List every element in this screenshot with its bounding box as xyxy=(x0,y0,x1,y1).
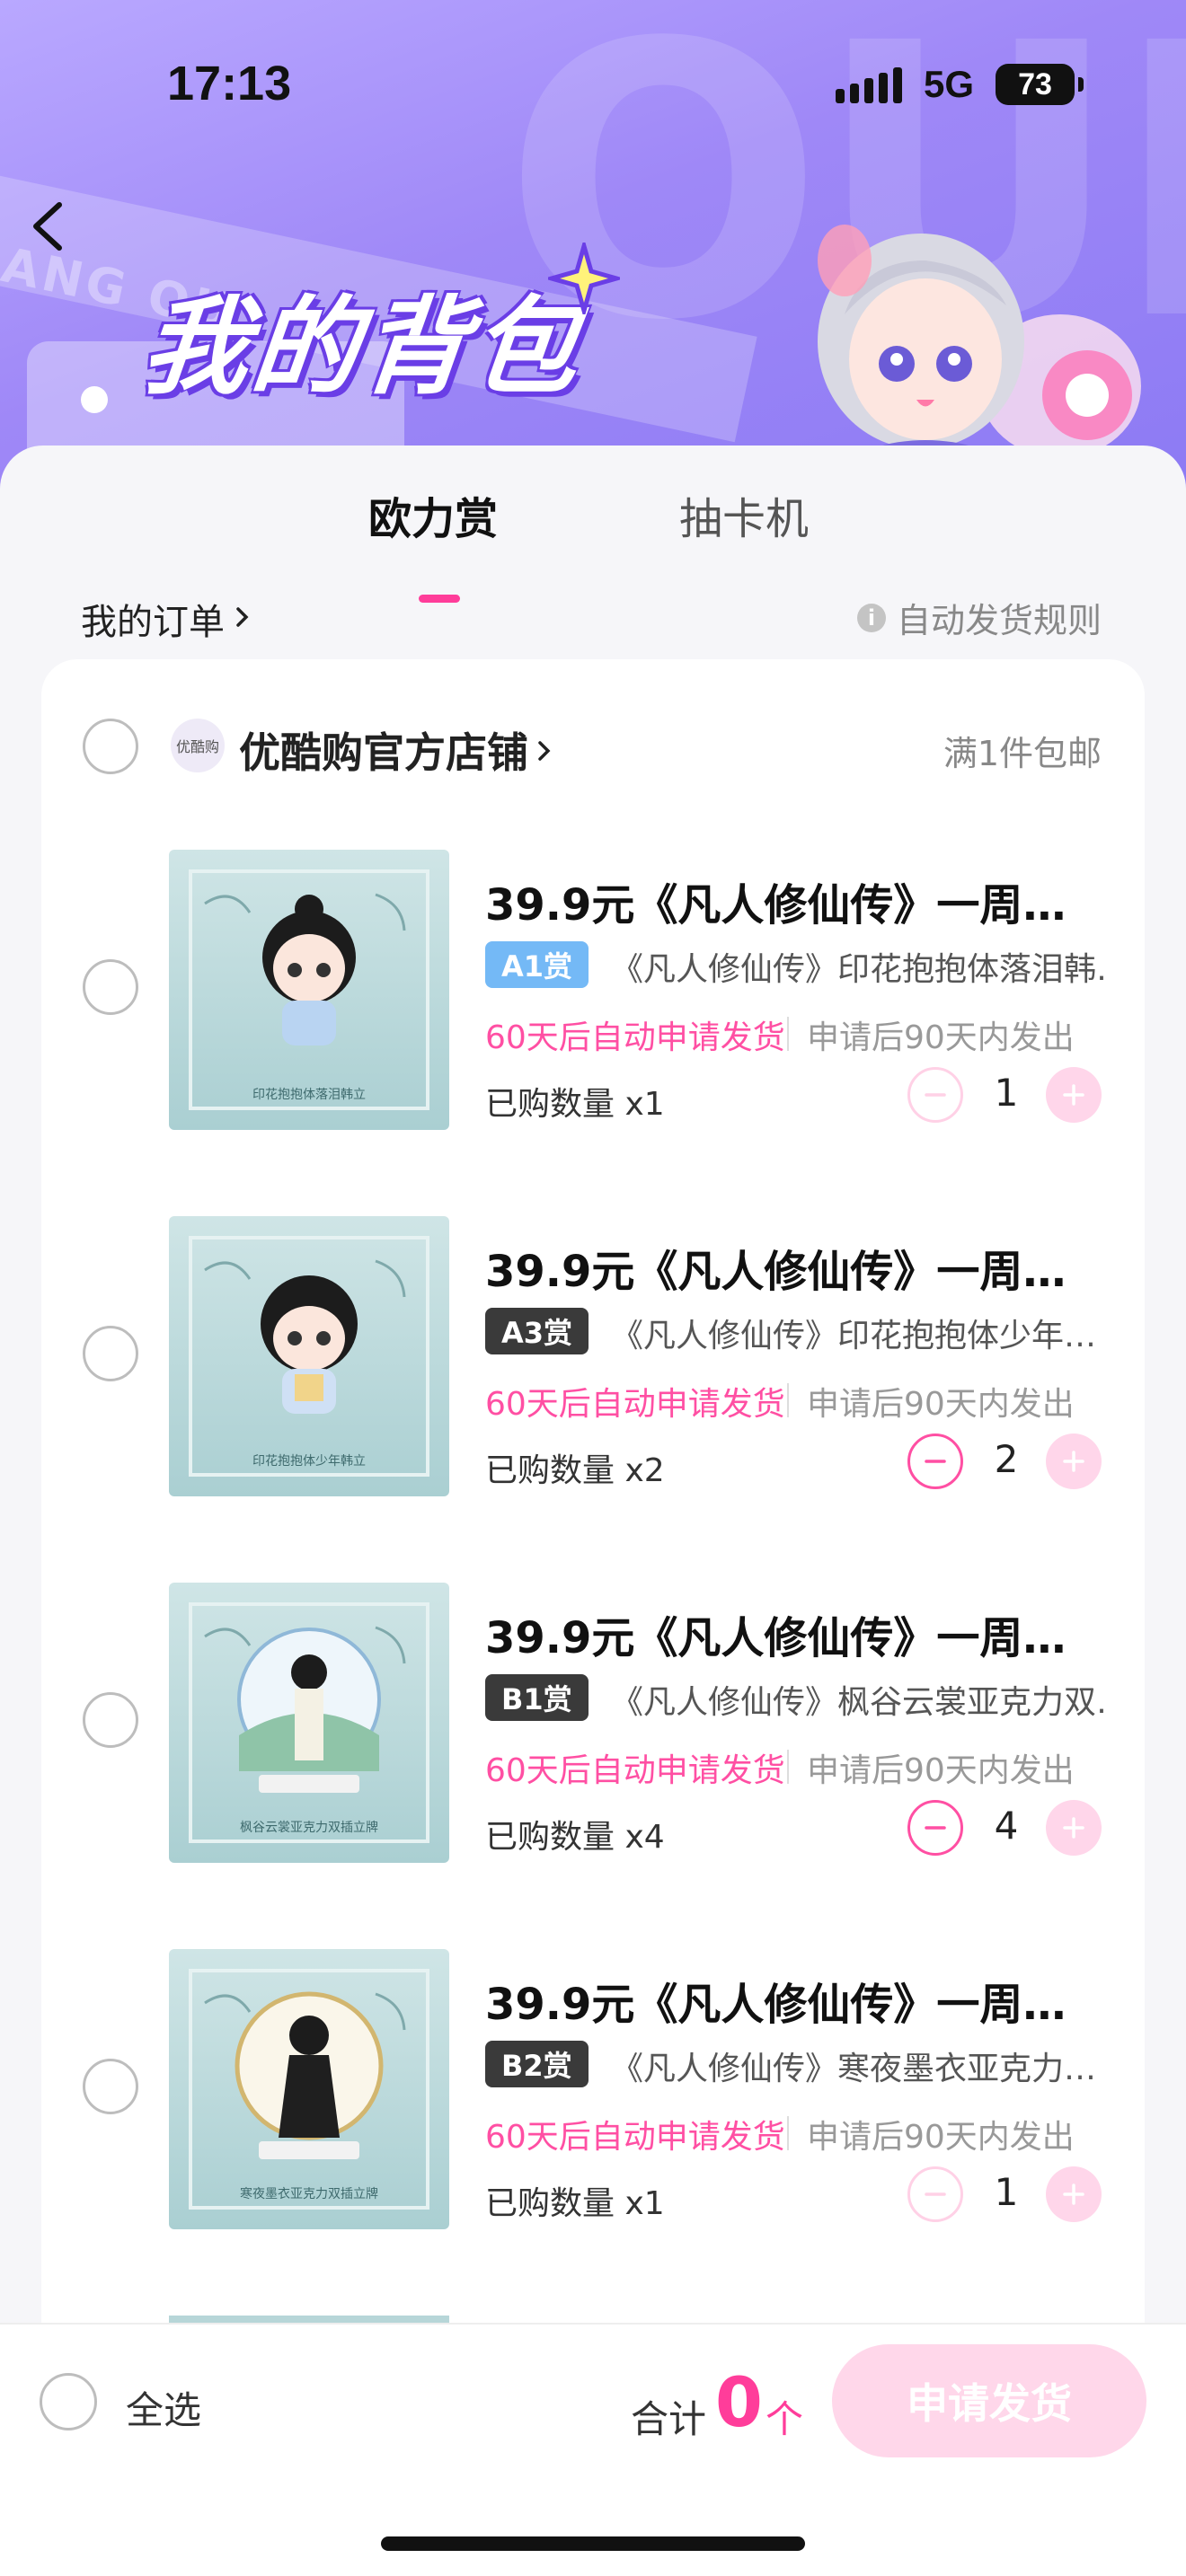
my-orders-label: 我的订单 xyxy=(81,602,225,643)
quantity-value: 1 xyxy=(994,1071,1019,1115)
shipping-note: 满1件包邮 xyxy=(943,734,1102,773)
minus-icon[interactable] xyxy=(907,1800,963,1856)
prize-badge: B2赏 xyxy=(485,2041,589,2087)
network-type: 5G xyxy=(923,63,974,105)
auto-ship-text: 60天后自动申请发货 xyxy=(485,1019,785,1056)
list-item: 印花抱抱体落泪韩立 39.9元《凡人修仙传》一周… A1赏 《凡人修仙传》印花抱… xyxy=(0,850,1186,1137)
sparkle-icon xyxy=(543,237,625,320)
item-title[interactable]: 39.9元《凡人修仙传》一周… xyxy=(485,869,1105,932)
purchased-qty: 已购数量 x4 xyxy=(485,1819,665,1856)
thumb-caption: 枫谷云裳亚克力双插立牌 xyxy=(240,1821,378,1835)
status-time: 17:13 xyxy=(167,57,292,110)
item-title[interactable]: 39.9元《凡人修仙传》一周… xyxy=(485,1969,1105,2032)
thumb-caption: 寒夜墨衣亚克力双插立牌 xyxy=(240,2187,378,2201)
select-all-label[interactable]: 全选 xyxy=(126,2380,201,2435)
select-all-radio[interactable] xyxy=(40,2373,97,2430)
prize-badge: A3赏 xyxy=(485,1308,589,1354)
prize-badge: A1赏 xyxy=(485,941,589,988)
chevron-right-icon xyxy=(535,726,553,774)
total-unit: 个 xyxy=(766,2397,804,2441)
plus-icon[interactable] xyxy=(1046,1434,1102,1489)
purchased-qty: 已购数量 x1 xyxy=(485,1086,665,1123)
thumb-caption: 印花抱抱体少年韩立 xyxy=(252,1454,366,1469)
item-subtitle: 《凡人修仙传》印花抱抱体落泪韩… xyxy=(611,951,1105,988)
tab-card-machine[interactable]: 抽卡机 xyxy=(679,483,809,546)
shop-name: 优酷购官方店铺 xyxy=(239,728,528,777)
info-icon: i xyxy=(856,603,886,632)
item-select-radio[interactable] xyxy=(83,1326,138,1381)
auto-ship-rules-link[interactable]: i 自动发货规则 xyxy=(856,593,1102,642)
plus-icon[interactable] xyxy=(1046,1800,1102,1856)
minus-icon[interactable] xyxy=(907,1434,963,1489)
thumb-caption: 印花抱抱体落泪韩立 xyxy=(252,1088,366,1102)
apply-ship-button[interactable]: 申请发货 xyxy=(832,2344,1146,2457)
item-thumbnail[interactable]: 印花抱抱体落泪韩立 xyxy=(169,850,449,1130)
page-title-wrap: 我的背包 xyxy=(137,260,589,414)
shop-logo: 优酷购 xyxy=(171,719,225,772)
item-subtitle: 《凡人修仙传》枫谷云裳亚克力双… xyxy=(611,1684,1105,1721)
header-screen-dot xyxy=(81,386,108,413)
status-right: 5G 73 xyxy=(835,63,1084,106)
auto-ship-rules-label: 自动发货规则 xyxy=(896,601,1102,640)
item-title[interactable]: 39.9元《凡人修仙传》一周… xyxy=(485,1236,1105,1299)
auto-ship-text: 60天后自动申请发货 xyxy=(485,1386,785,1423)
item-thumbnail[interactable]: 寒夜墨衣亚克力双插立牌 xyxy=(169,1949,449,2229)
item-select-radio[interactable] xyxy=(83,1692,138,1748)
battery-icon: 73 xyxy=(996,64,1084,105)
list-item: 寒夜墨衣亚克力双插立牌 39.9元《凡人修仙传》一周… B2赏 《凡人修仙传》寒… xyxy=(0,1949,1186,2236)
back-arrow-icon[interactable] xyxy=(23,199,77,253)
signal-icon xyxy=(835,66,902,103)
minus-icon[interactable] xyxy=(907,2166,963,2222)
item-select-radio[interactable] xyxy=(83,2059,138,2114)
item-subtitle: 《凡人修仙传》寒夜墨衣亚克力… xyxy=(611,2051,1097,2087)
divider xyxy=(787,1750,789,1784)
auto-ship-text: 60天后自动申请发货 xyxy=(485,2119,785,2156)
item-select-radio[interactable] xyxy=(83,959,138,1015)
mascot-illustration xyxy=(791,207,1186,494)
tab-indicator xyxy=(419,595,460,603)
my-orders-link[interactable]: 我的订单 xyxy=(81,593,252,645)
shop-select-radio[interactable] xyxy=(83,719,138,774)
quantity-value: 2 xyxy=(994,1437,1019,1481)
tab-ouli[interactable]: 欧力赏 xyxy=(368,483,498,546)
total-count: 0 xyxy=(715,2362,763,2442)
ship-after-text: 申请后90天内发出 xyxy=(807,1386,1075,1423)
total-label: 合计 xyxy=(631,2397,707,2441)
item-thumbnail[interactable]: 印花抱抱体少年韩立 xyxy=(169,1216,449,1496)
quantity-value: 1 xyxy=(994,2170,1019,2214)
home-indicator xyxy=(381,2536,805,2551)
divider xyxy=(787,1017,789,1051)
divider xyxy=(787,1383,789,1417)
minus-icon[interactable] xyxy=(907,1067,963,1123)
ship-after-text: 申请后90天内发出 xyxy=(807,1019,1075,1056)
ship-after-text: 申请后90天内发出 xyxy=(807,1752,1075,1789)
list-item: 印花抱抱体少年韩立 39.9元《凡人修仙传》一周… A3赏 《凡人修仙传》印花抱… xyxy=(0,1216,1186,1504)
ship-after-text: 申请后90天内发出 xyxy=(807,2119,1075,2156)
plus-icon[interactable] xyxy=(1046,2166,1102,2222)
item-title[interactable]: 39.9元《凡人修仙传》一周… xyxy=(485,1602,1105,1665)
divider xyxy=(787,2116,789,2150)
quantity-value: 4 xyxy=(994,1804,1019,1848)
tab-bar: 欧力赏 抽卡机 xyxy=(0,483,1186,603)
shop-name-link[interactable]: 优酷购官方店铺 xyxy=(239,720,553,780)
auto-ship-text: 60天后自动申请发货 xyxy=(485,1752,785,1789)
purchased-qty: 已购数量 x2 xyxy=(485,1452,665,1489)
plus-icon[interactable] xyxy=(1046,1067,1102,1123)
item-thumbnail[interactable]: 枫谷云裳亚克力双插立牌 xyxy=(169,1583,449,1863)
prize-badge: B1赏 xyxy=(485,1674,589,1721)
chevron-right-icon xyxy=(234,598,252,640)
item-subtitle: 《凡人修仙传》印花抱抱体少年… xyxy=(611,1318,1097,1354)
list-item: 枫谷云裳亚克力双插立牌 39.9元《凡人修仙传》一周… B1赏 《凡人修仙传》枫… xyxy=(0,1583,1186,1870)
page-title: 我的背包 xyxy=(136,285,589,409)
purchased-qty: 已购数量 x1 xyxy=(485,2185,665,2222)
